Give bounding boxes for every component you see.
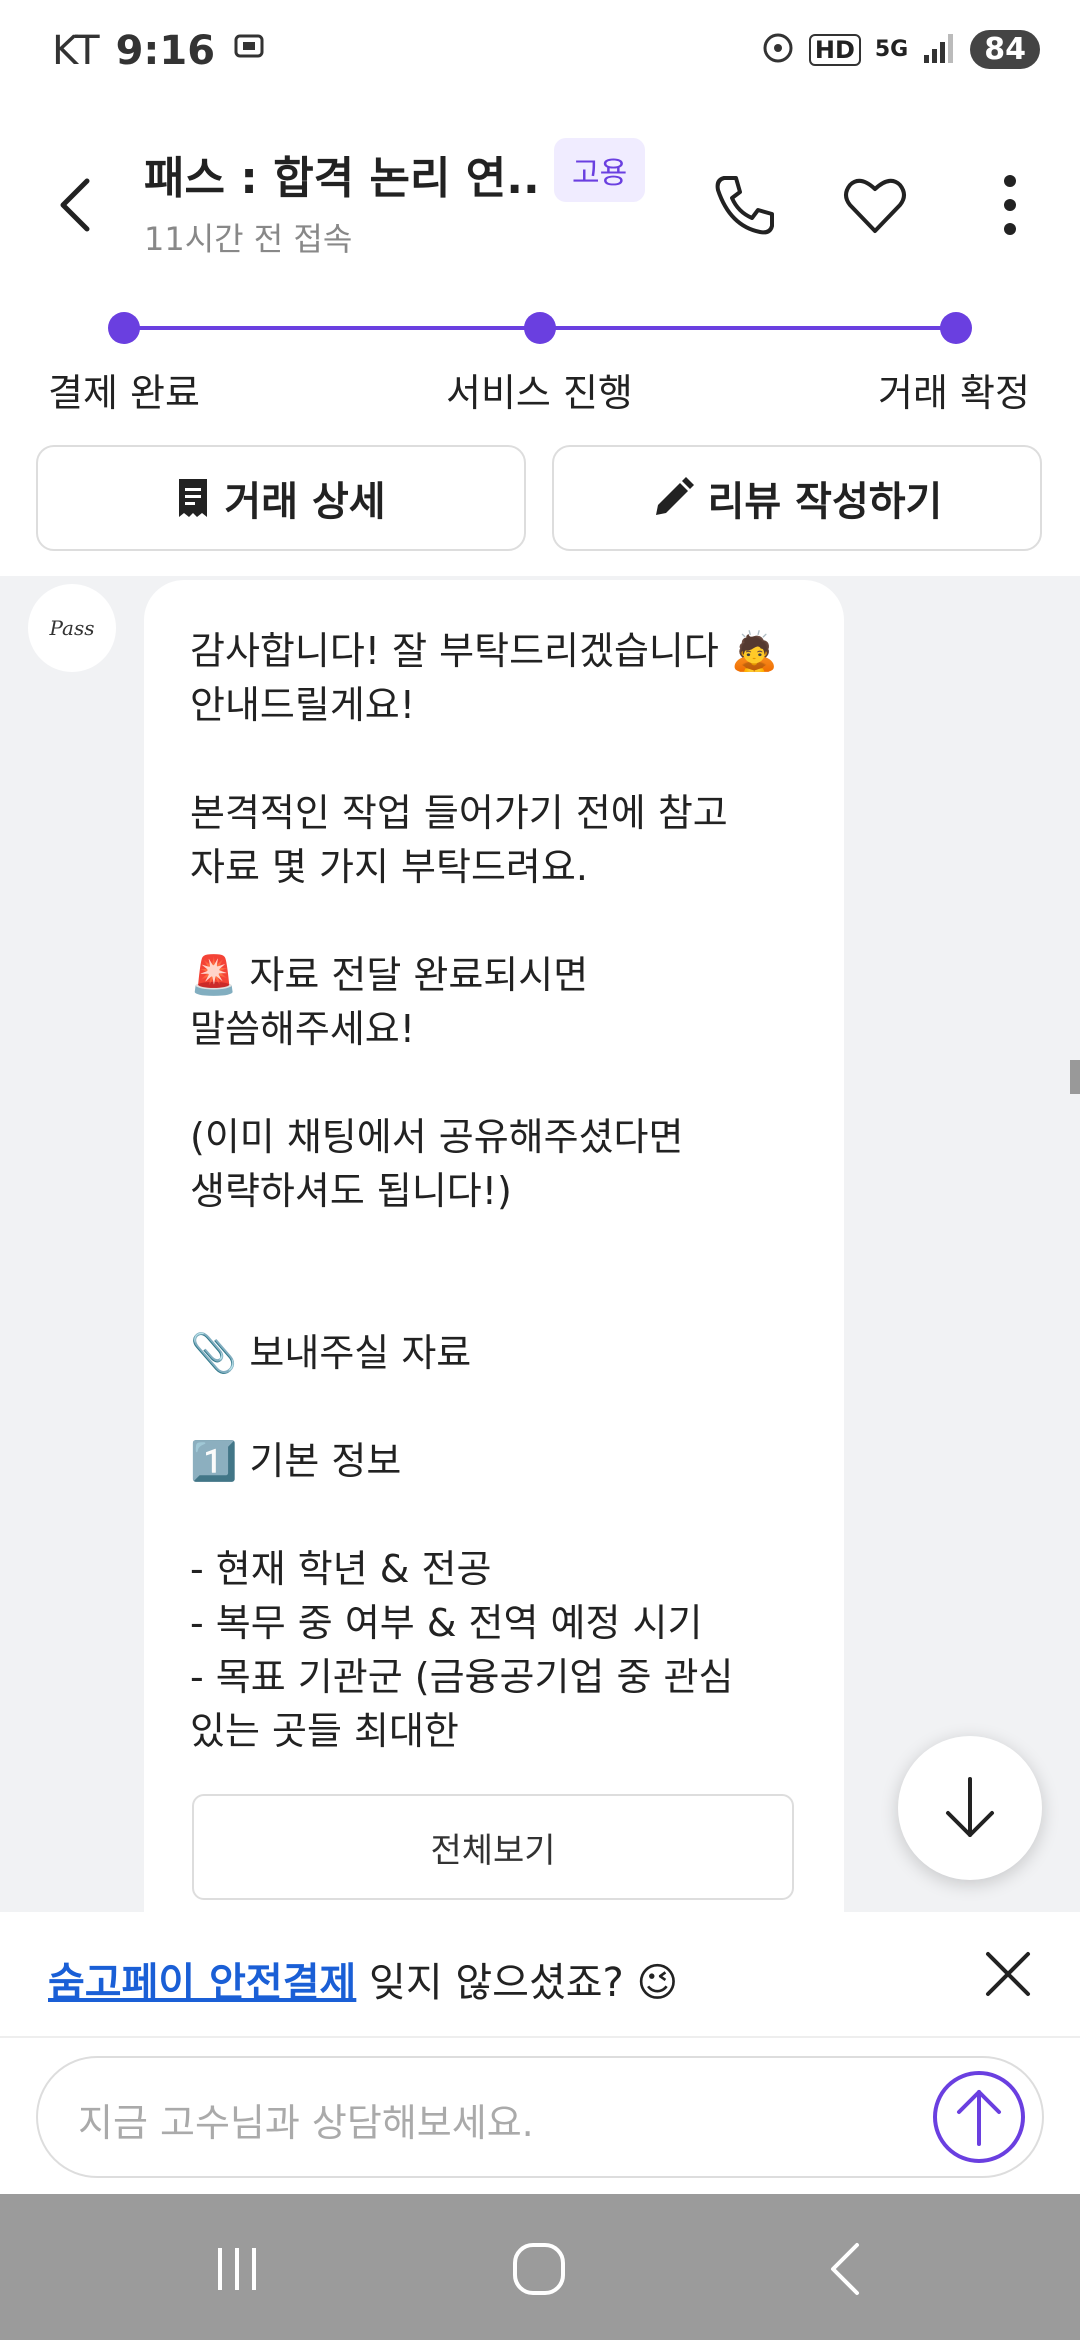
message-composer: 지금 고수님과 상담해보세요. (0, 2038, 1080, 2194)
message-input[interactable]: 지금 고수님과 상담해보세요. (36, 2056, 1044, 2178)
back-icon (831, 2243, 859, 2295)
status-bar: KT 9:16 HD 5G 84 (0, 0, 1080, 110)
heart-icon (844, 178, 906, 233)
progress-dot-1 (108, 312, 140, 344)
message-text: 감사합니다! 잘 부탁드리겠습니다 🙇 안내드릴게요! 본격적인 작업 들어가기… (190, 629, 779, 1753)
chevron-left-icon (60, 178, 90, 232)
write-review-button[interactable]: 리뷰 작성하기 (552, 445, 1042, 551)
last-seen-label: 11시간 전 접속 (144, 220, 353, 258)
safe-payment-notice: 숨고페이 안전결제 잊지 않으셨죠? 😉 (0, 1912, 1080, 2038)
call-button[interactable] (700, 160, 790, 250)
battery-badge: 84 (970, 30, 1040, 69)
home-icon (513, 2243, 565, 2295)
more-vertical-icon (1004, 175, 1016, 235)
progress-dot-3 (940, 312, 972, 344)
hotspot-icon (761, 31, 795, 69)
carrier-label: KT (52, 28, 100, 74)
scrollbar[interactable] (1070, 1060, 1080, 1094)
signal-icon (922, 31, 956, 69)
deal-detail-label: 거래 상세 (224, 479, 386, 525)
notice-message: 잊지 않으셨죠? 😉 (356, 1960, 679, 2006)
clock-time: 9:16 (115, 28, 216, 74)
progress-dot-2 (524, 312, 556, 344)
send-button[interactable] (930, 2068, 1028, 2166)
phone-icon (715, 176, 774, 235)
status-left: KT 9:16 (52, 28, 267, 74)
system-back-button[interactable] (800, 2234, 890, 2304)
pencil-icon (655, 477, 694, 515)
progress-step-label: 서비스 진행 (446, 371, 633, 415)
write-review-label: 리뷰 작성하기 (707, 479, 943, 525)
notice-text: 숨고페이 안전결제 잊지 않으셨죠? 😉 (48, 1950, 678, 2008)
safe-payment-link[interactable]: 숨고페이 안전결제 (48, 1960, 356, 2006)
hd-icon: HD (808, 33, 861, 66)
send-arrow-up-icon (933, 2071, 1025, 2163)
avatar[interactable]: Pass (28, 584, 116, 672)
deal-detail-button[interactable]: 거래 상세 (36, 445, 526, 551)
chat-area[interactable]: Pass 감사합니다! 잘 부탁드리겠습니다 🙇 안내드릴게요! 본격적인 작업… (0, 576, 1080, 1912)
scroll-to-bottom-button[interactable] (898, 1736, 1042, 1880)
home-button[interactable] (494, 2234, 584, 2304)
arrow-down-icon (946, 1777, 994, 1837)
close-icon (986, 1952, 1030, 1996)
favorite-button[interactable] (830, 160, 920, 250)
notice-close-button[interactable] (972, 1938, 1044, 2010)
status-right: HD 5G 84 (761, 30, 1040, 69)
message-input-placeholder: 지금 고수님과 상담해보세요. (78, 2101, 534, 2145)
system-nav-bar (0, 2194, 1080, 2340)
network-label: 5G (874, 37, 909, 62)
more-menu-button[interactable] (965, 160, 1055, 250)
hire-badge: 고용 (554, 138, 646, 202)
chat-header: 패스 : 합격 논리 연... 고용 11시간 전 접속 (0, 110, 1080, 290)
progress-step-label: 거래 확정 (878, 371, 1030, 415)
recent-apps-icon (218, 2248, 256, 2290)
page-title: 패스 : 합격 논리 연... (144, 153, 544, 204)
screenshot-icon (231, 28, 267, 74)
receipt-icon (179, 479, 208, 517)
message-bubble: 감사합니다! 잘 부탁드리겠습니다 🙇 안내드릴게요! 본격적인 작업 들어가기… (144, 580, 844, 1912)
recent-apps-button[interactable] (192, 2234, 282, 2304)
deal-progress: 결제 완료 서비스 진행 거래 확정 (0, 290, 1080, 430)
view-all-button[interactable]: 전체보기 (192, 1794, 794, 1900)
progress-step-label: 결제 완료 (48, 371, 200, 415)
back-button[interactable] (40, 160, 110, 250)
